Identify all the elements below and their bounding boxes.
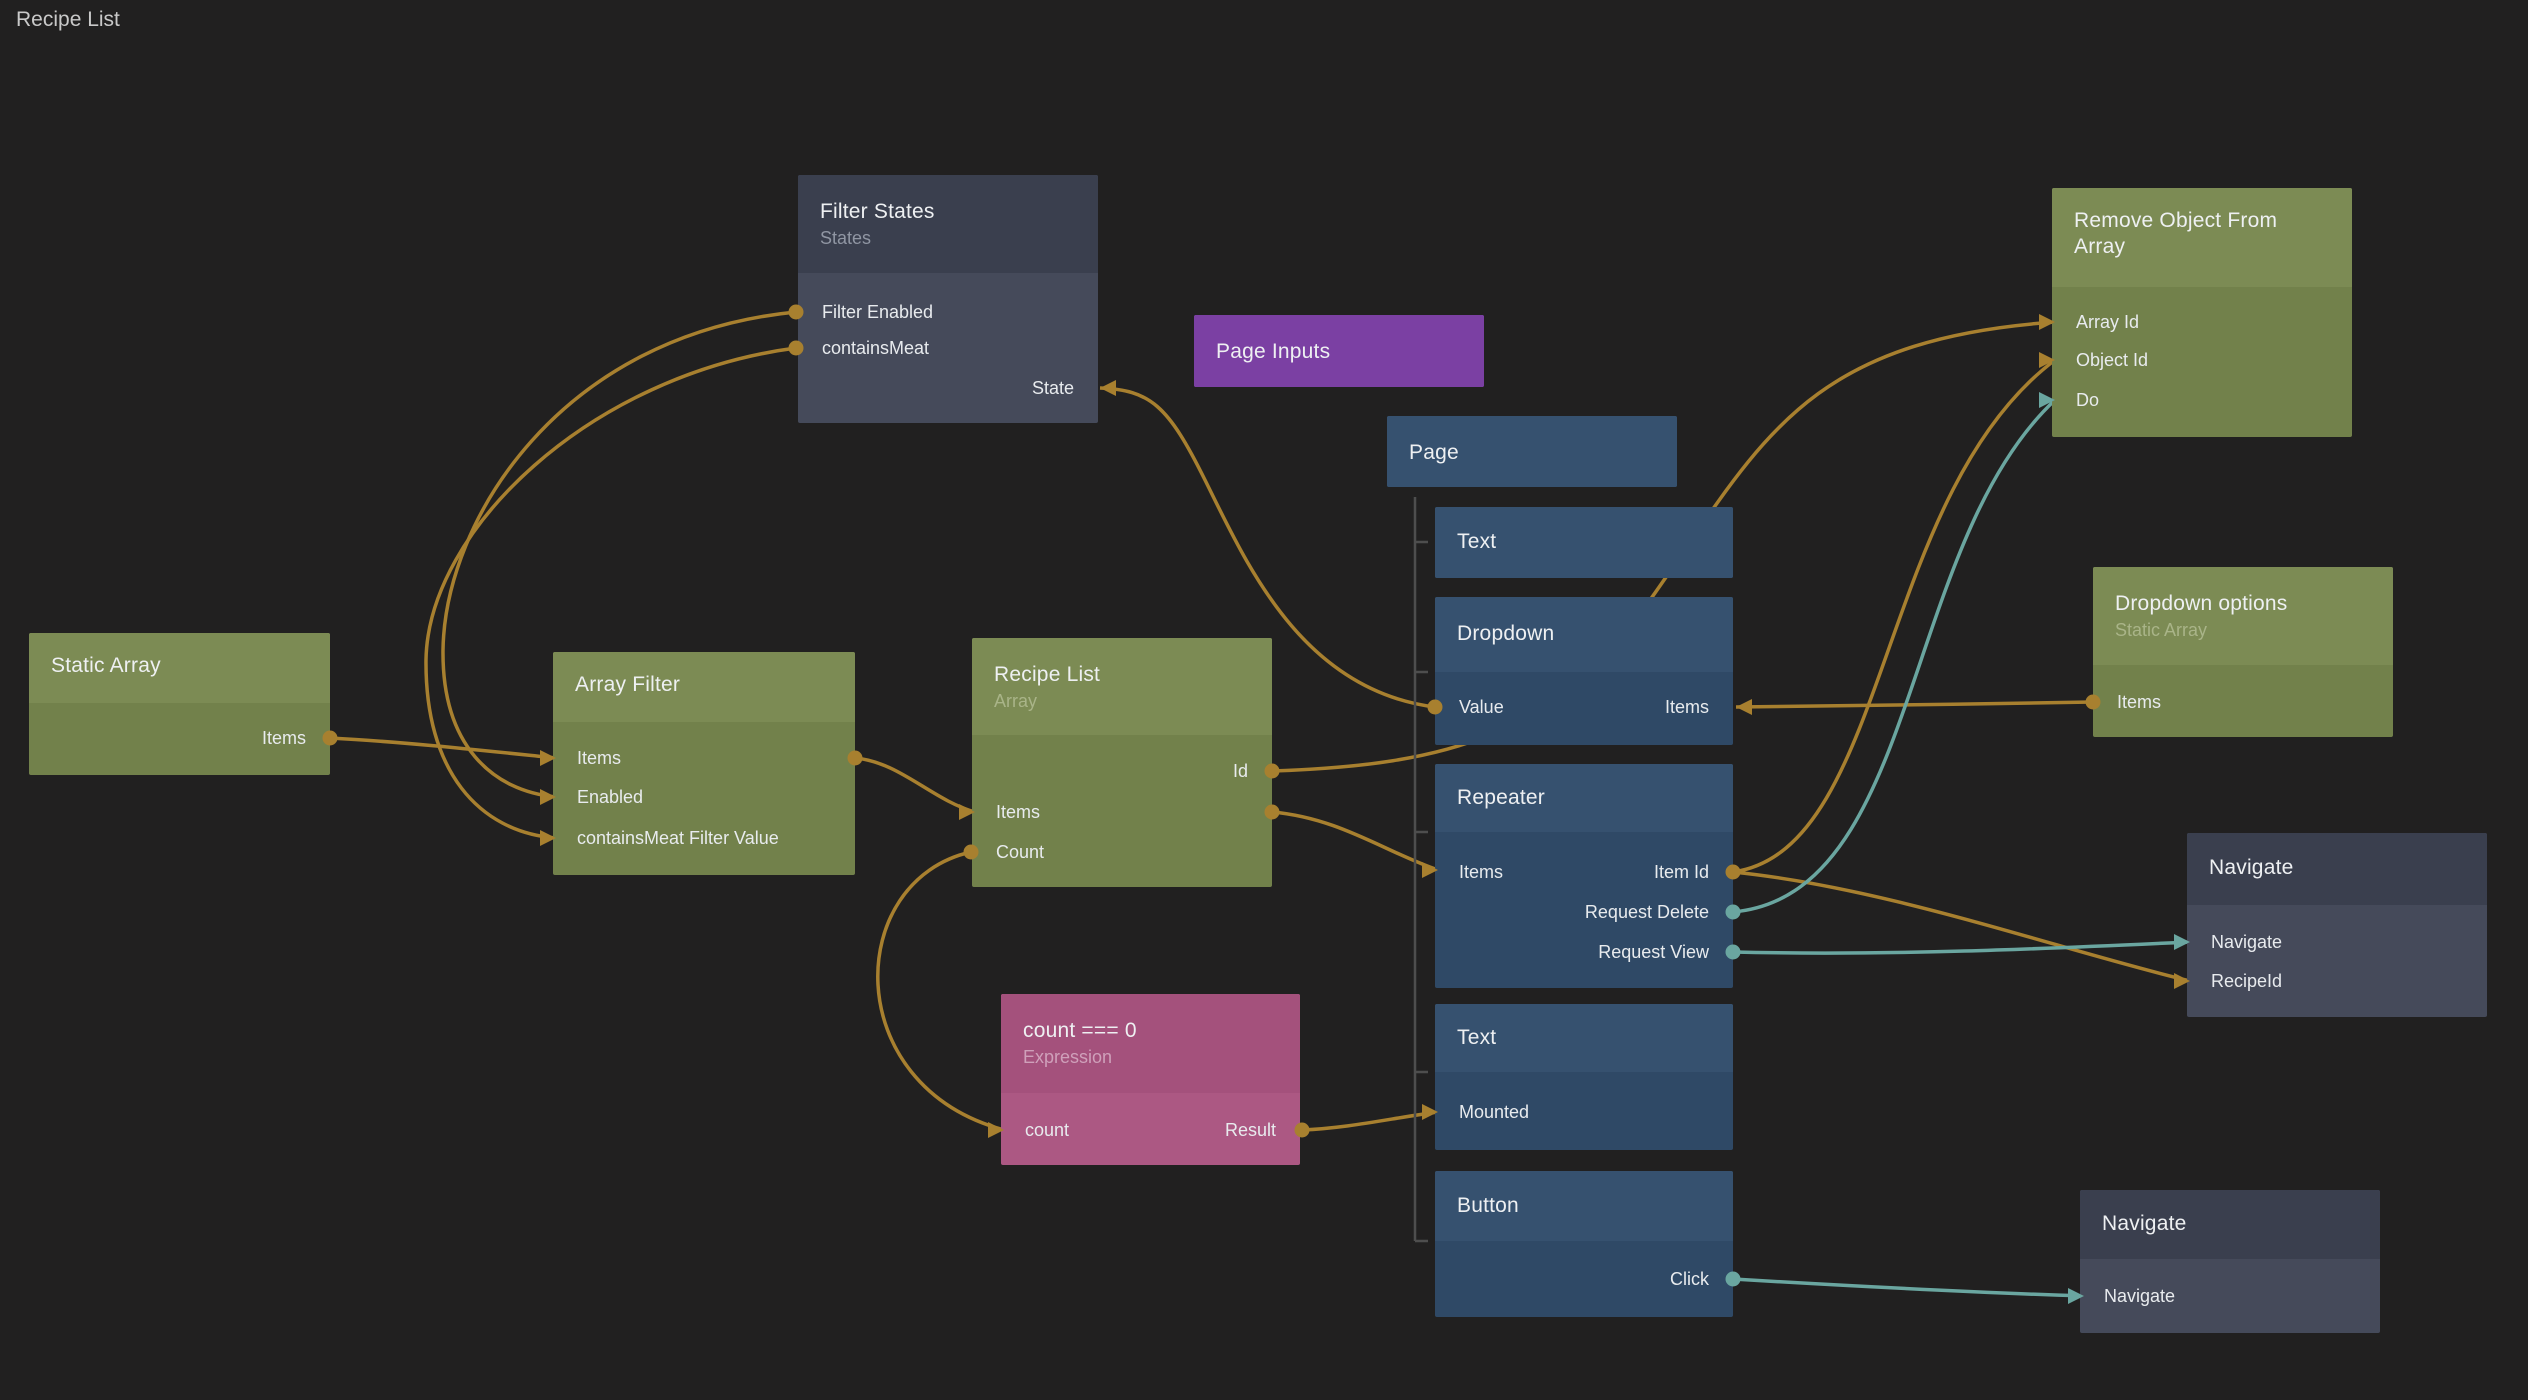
port-enabled[interactable]: Enabled xyxy=(553,785,855,809)
port-do-in[interactable]: Do xyxy=(2052,388,2352,412)
wire-click-to-navigate xyxy=(1733,1279,2084,1296)
wire-options-to-dropdown xyxy=(1736,702,2093,707)
node-repeater[interactable]: Repeater Items Item Id Request Delete Re… xyxy=(1435,764,1733,988)
port-array-id-in[interactable]: Array Id xyxy=(2052,310,2352,334)
port-count-out[interactable]: Count xyxy=(972,840,1272,864)
wire-arrayfilter-to-recipelist xyxy=(855,758,975,812)
port-items-in[interactable]: Items xyxy=(1435,695,1733,719)
node-header[interactable]: count === 0 Expression xyxy=(1001,994,1300,1093)
node-header[interactable]: Dropdown xyxy=(1435,597,1733,672)
wire-items-to-repeater xyxy=(1272,812,1438,870)
node-dropdown[interactable]: Dropdown Value Items xyxy=(1435,597,1733,745)
port-result-out[interactable]: Result xyxy=(1001,1118,1300,1142)
port-navigate-in[interactable]: Navigate xyxy=(2187,930,2487,954)
port-request-view-out[interactable]: Request View xyxy=(1435,940,1733,964)
node-graph-canvas[interactable]: Recipe List xyxy=(0,0,2528,1400)
wire-target-arrows-teal[interactable] xyxy=(2039,392,2190,1304)
node-header[interactable]: Button xyxy=(1435,1171,1733,1241)
port-object-id-in[interactable]: Object Id xyxy=(2052,348,2352,372)
port-click-out[interactable]: Click xyxy=(1435,1267,1733,1291)
node-dropdown-options[interactable]: Dropdown options Static Array Items xyxy=(2093,567,2393,737)
node-header[interactable]: Page Inputs xyxy=(1194,315,1484,387)
node-header[interactable]: Page xyxy=(1387,416,1677,487)
node-header[interactable]: Navigate xyxy=(2080,1190,2380,1259)
port-item-id-out[interactable]: Item Id xyxy=(1435,860,1733,884)
port-containsmeat[interactable]: containsMeat xyxy=(798,336,1098,360)
page-title: Recipe List xyxy=(16,8,120,32)
node-header[interactable]: Navigate xyxy=(2187,833,2487,905)
node-header[interactable]: Text xyxy=(1435,507,1733,578)
port-recipeid-in[interactable]: RecipeId xyxy=(2187,969,2487,993)
hierarchy-tree-lines xyxy=(1415,497,1428,1241)
wire-staticarray-to-arrayfilter xyxy=(330,738,556,758)
port-id-out[interactable]: Id xyxy=(972,759,1272,783)
wire-itemid-to-objectid xyxy=(1733,360,2055,872)
wire-requestview-to-navigate xyxy=(1733,942,2190,953)
node-navigate-2[interactable]: Navigate Navigate xyxy=(2080,1190,2380,1333)
node-text-2[interactable]: Text Mounted xyxy=(1435,1004,1733,1150)
port-filter-enabled[interactable]: Filter Enabled xyxy=(798,300,1098,324)
node-expression[interactable]: count === 0 Expression count Result xyxy=(1001,994,1300,1165)
node-page[interactable]: Page xyxy=(1387,416,1677,487)
node-header[interactable]: Filter States States xyxy=(798,175,1098,273)
port-items[interactable]: Items xyxy=(972,800,1272,824)
port-mounted-in[interactable]: Mounted xyxy=(1435,1100,1733,1124)
node-page-inputs[interactable]: Page Inputs xyxy=(1194,315,1484,387)
port-request-delete-out[interactable]: Request Delete xyxy=(1435,900,1733,924)
wire-requestdelete-to-do xyxy=(1733,400,2055,912)
port-items-in[interactable]: Items xyxy=(553,746,855,770)
node-header[interactable]: Repeater xyxy=(1435,764,1733,832)
port-navigate-in[interactable]: Navigate xyxy=(2080,1284,2380,1308)
port-items-out[interactable]: Items xyxy=(29,726,330,750)
port-containsmeat-filter-value[interactable]: containsMeat Filter Value xyxy=(553,826,855,850)
node-text-1[interactable]: Text xyxy=(1435,507,1733,578)
port-items-out[interactable]: Items xyxy=(2093,690,2393,714)
node-header[interactable]: Static Array xyxy=(29,633,330,703)
node-header[interactable]: Text xyxy=(1435,1004,1733,1072)
node-static-array[interactable]: Static Array Items xyxy=(29,633,330,775)
node-array-filter[interactable]: Array Filter Items Enabled containsMeat … xyxy=(553,652,855,875)
port-state[interactable]: State xyxy=(798,376,1098,400)
node-remove-object-from-array[interactable]: Remove Object From Array Array Id Object… xyxy=(2052,188,2352,437)
wire-count-to-expression xyxy=(878,852,1004,1130)
node-header[interactable]: Recipe List Array xyxy=(972,638,1272,735)
node-button[interactable]: Button Click xyxy=(1435,1171,1733,1317)
node-recipe-list[interactable]: Recipe List Array Id Items Count xyxy=(972,638,1272,887)
node-filter-states[interactable]: Filter States States Filter Enabled cont… xyxy=(798,175,1098,423)
node-header[interactable]: Array Filter xyxy=(553,652,855,722)
wire-result-to-mounted xyxy=(1302,1112,1438,1130)
node-header[interactable]: Remove Object From Array xyxy=(2052,188,2352,287)
wire-itemid-to-recipeid xyxy=(1733,872,2190,981)
node-navigate-1[interactable]: Navigate Navigate RecipeId xyxy=(2187,833,2487,1017)
node-header[interactable]: Dropdown options Static Array xyxy=(2093,567,2393,665)
